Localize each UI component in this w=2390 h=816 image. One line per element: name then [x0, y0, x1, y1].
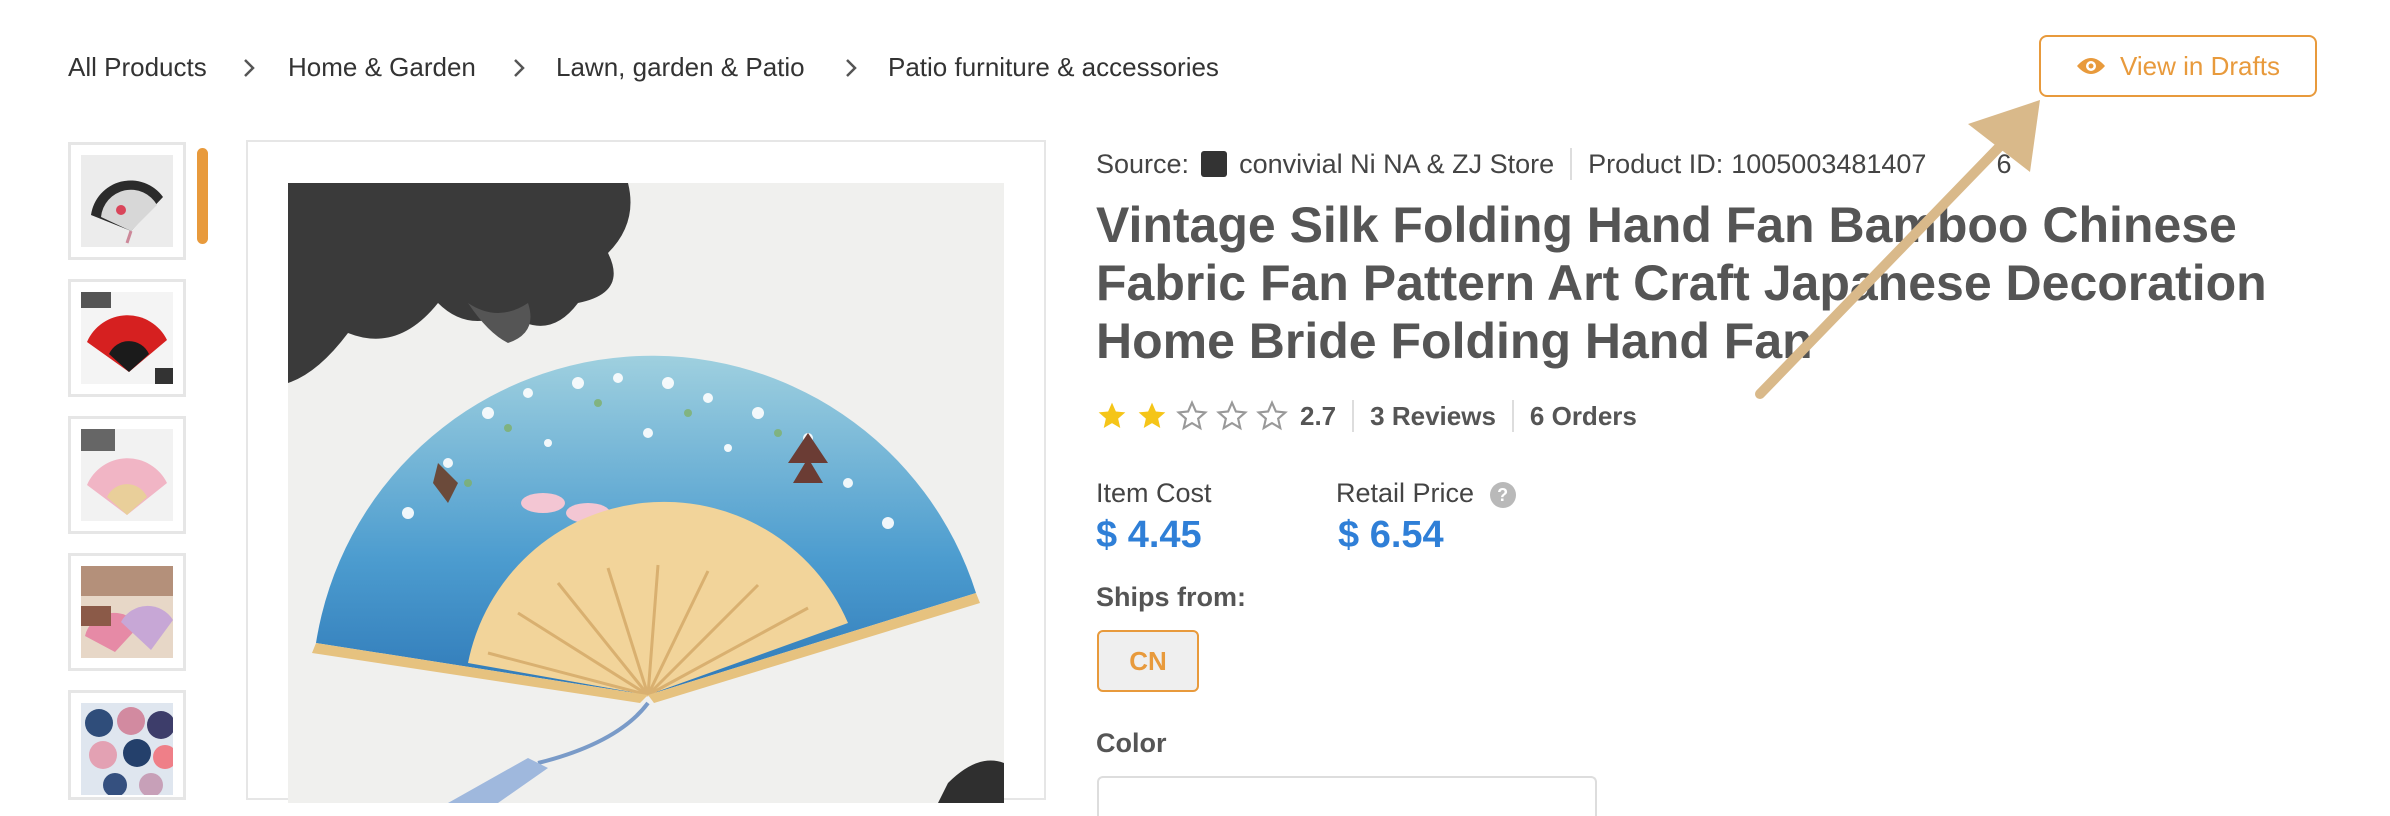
thumbnail-image: [81, 703, 173, 795]
store-name[interactable]: convivial Ni NA & ZJ Store: [1239, 149, 1554, 180]
breadcrumb-home-garden[interactable]: Home & Garden: [288, 52, 476, 83]
retail-price-label: Retail Price: [1336, 478, 1475, 508]
rating-row: 2.7 3 Reviews 6 Orders: [1096, 400, 1637, 432]
item-cost-label: Item Cost: [1096, 478, 1212, 508]
product-title: Vintage Silk Folding Hand Fan Bamboo Chi…: [1096, 197, 2267, 369]
divider: [1511, 400, 1514, 432]
thumbnail-image: [81, 292, 173, 384]
breadcrumb-all-products[interactable]: All Products: [68, 52, 207, 83]
orders-count: 6 Orders: [1529, 400, 1637, 431]
retail-price-label-wrap: Retail Price ?: [1336, 478, 1516, 509]
thumbnail-1[interactable]: [68, 142, 186, 260]
thumbnail-5[interactable]: [68, 690, 186, 800]
view-in-drafts-label: View in Drafts: [2120, 50, 2280, 81]
source-row: Source: convivial Ni NA & ZJ Store Produ…: [1096, 148, 2011, 180]
reviews-link[interactable]: 3 Reviews: [1370, 401, 1496, 432]
color-select[interactable]: [1097, 776, 1597, 816]
breadcrumb-patio-furniture[interactable]: Patio furniture & accessories: [888, 52, 1219, 83]
eye-icon: [2077, 58, 2106, 74]
thumbnail-scroll-indicator[interactable]: [197, 148, 208, 244]
ships-from-label: Ships from:: [1096, 582, 1247, 612]
ships-from-cn-button[interactable]: CN: [1097, 630, 1199, 692]
thumbnail-image: [81, 566, 173, 658]
thumbnail-3[interactable]: [68, 416, 186, 534]
rating-value: 2.7: [1300, 400, 1337, 431]
view-in-drafts-button[interactable]: View in Drafts: [2039, 35, 2317, 97]
star-empty-icon: [1256, 400, 1288, 431]
color-label: Color: [1096, 728, 1167, 758]
chevron-right-icon: [846, 59, 857, 77]
main-product-image: [288, 183, 1004, 803]
thumbnail-image: [81, 429, 173, 521]
help-icon[interactable]: ?: [1489, 481, 1516, 508]
item-cost-value: $ 4.45: [1096, 514, 1202, 556]
divider: [1352, 400, 1355, 432]
thumbnail-image: [81, 155, 173, 247]
chevron-right-icon: [244, 59, 255, 77]
star-empty-icon: [1216, 400, 1248, 431]
store-icon: [1201, 151, 1228, 177]
product-id-suffix: 6: [1996, 148, 2012, 179]
chevron-right-icon: [514, 59, 525, 77]
retail-price-value: $ 6.54: [1338, 514, 1444, 556]
star-filled-icon: [1138, 402, 1166, 428]
divider: [1570, 148, 1573, 180]
thumbnail-2[interactable]: [68, 279, 186, 397]
breadcrumb-lawn-garden-patio[interactable]: Lawn, garden & Patio: [556, 52, 805, 83]
fan-image: [288, 183, 1004, 803]
product-id-label: Product ID:: [1588, 148, 1724, 179]
product-id-value: 1005003481407: [1731, 148, 1927, 179]
source-label: Source:: [1096, 148, 1190, 179]
star-empty-icon: [1176, 400, 1208, 431]
thumbnail-4[interactable]: [68, 553, 186, 671]
star-filled-icon: [1098, 402, 1126, 428]
